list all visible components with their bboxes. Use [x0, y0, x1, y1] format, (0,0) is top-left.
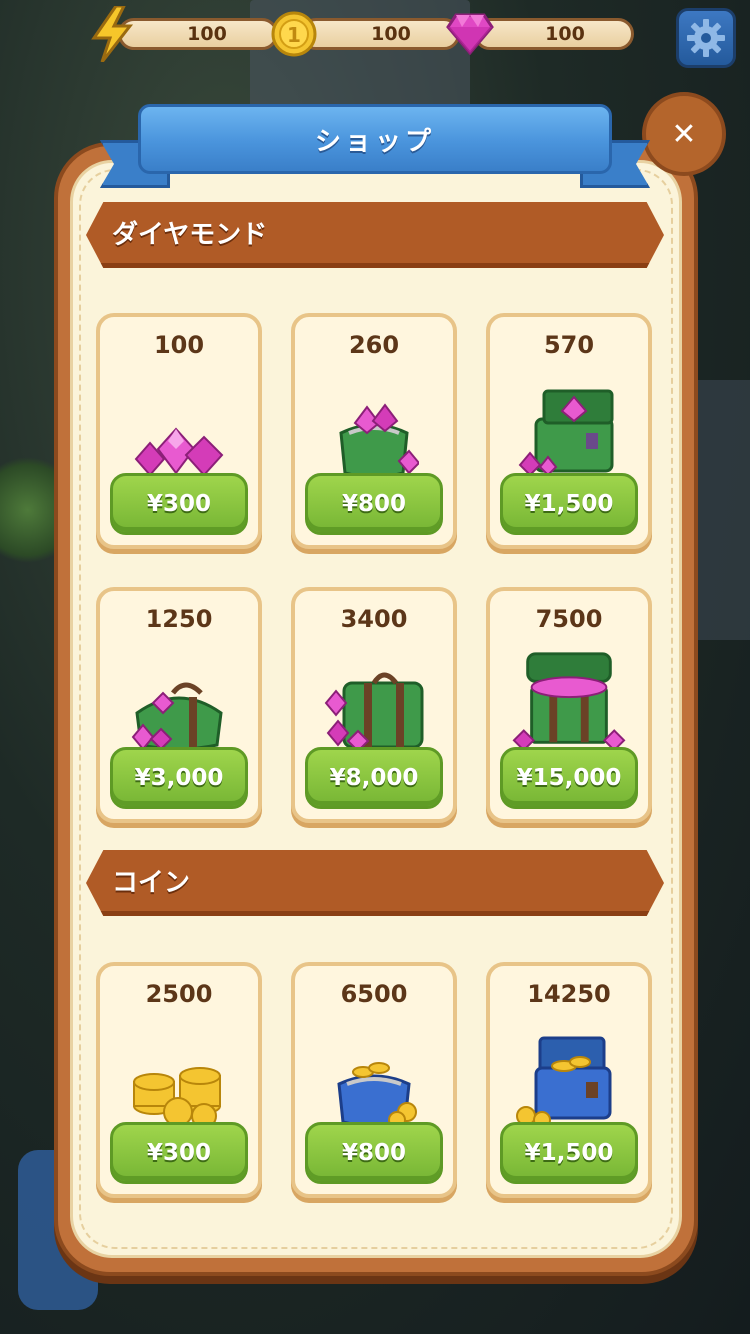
shop-item-coins-14250[interactable]: 14250 ¥1,500	[486, 962, 652, 1198]
small-gem-pile-icon	[120, 369, 238, 479]
section-header-coins: コイン	[86, 850, 664, 916]
item-amount: 570	[543, 331, 595, 359]
section-header-diamonds: ダイヤモンド	[86, 202, 664, 268]
section-title: コイン	[112, 868, 191, 898]
close-button[interactable]: ✕	[642, 92, 726, 176]
shop-item-diamonds-570[interactable]: 570 ¥1,500	[486, 313, 652, 549]
coin-counter[interactable]: 1 100	[270, 11, 460, 57]
energy-value: 100	[118, 18, 278, 50]
shop-item-diamonds-100[interactable]: 100 ¥300	[96, 313, 262, 549]
background-wall	[690, 380, 750, 640]
item-amount: 2500	[145, 980, 213, 1008]
background-plant	[0, 440, 55, 580]
energy-counter[interactable]: 100	[88, 6, 278, 62]
item-amount: 3400	[340, 605, 408, 633]
lightning-icon	[88, 6, 136, 62]
gem-duffel-bag-icon	[120, 643, 238, 753]
gem-chest-icon	[510, 643, 628, 753]
shop-item-diamonds-7500[interactable]: 7500 ¥15,000	[486, 587, 652, 823]
gem-icon	[446, 10, 494, 58]
close-icon: ✕	[671, 116, 697, 152]
item-amount: 6500	[340, 980, 408, 1008]
item-amount: 100	[153, 331, 205, 359]
gem-purse-icon	[315, 369, 433, 479]
svg-text:1: 1	[287, 23, 301, 47]
item-amount: 1250	[145, 605, 213, 633]
coin-purse-icon	[315, 1018, 433, 1128]
buy-button[interactable]: ¥1,500	[500, 1122, 638, 1184]
item-amount: 14250	[527, 980, 611, 1008]
shop-item-coins-2500[interactable]: 2500 ¥300	[96, 962, 262, 1198]
buy-button[interactable]: ¥15,000	[500, 747, 638, 809]
buy-button[interactable]: ¥300	[110, 473, 248, 535]
gem-suitcase-icon	[315, 643, 433, 753]
buy-button[interactable]: ¥8,000	[305, 747, 443, 809]
shop-item-coins-6500[interactable]: 6500 ¥800	[291, 962, 457, 1198]
gem-satchel-icon	[510, 369, 628, 479]
coin-satchel-icon	[510, 1018, 628, 1128]
buy-button[interactable]: ¥1,500	[500, 473, 638, 535]
coin-stack-icon	[120, 1018, 238, 1128]
shop-title-ribbon: ショップ	[138, 104, 612, 174]
gem-value: 100	[474, 18, 634, 50]
shop-item-diamonds-260[interactable]: 260 ¥800	[291, 313, 457, 549]
item-amount: 7500	[535, 605, 603, 633]
settings-button[interactable]	[676, 8, 736, 68]
section-title: ダイヤモンド	[112, 220, 268, 250]
shop-item-diamonds-3400[interactable]: 3400 ¥8,000	[291, 587, 457, 823]
buy-button[interactable]: ¥800	[305, 1122, 443, 1184]
shop-title: ショップ	[314, 126, 435, 157]
shop-item-diamonds-1250[interactable]: 1250 ¥3,000	[96, 587, 262, 823]
buy-button[interactable]: ¥800	[305, 473, 443, 535]
coin-icon: 1	[270, 10, 318, 58]
buy-button[interactable]: ¥3,000	[110, 747, 248, 809]
coin-value: 100	[300, 18, 460, 50]
buy-button[interactable]: ¥300	[110, 1122, 248, 1184]
gear-icon	[687, 19, 725, 57]
gem-counter[interactable]: 100	[446, 13, 634, 55]
item-amount: 260	[348, 331, 400, 359]
